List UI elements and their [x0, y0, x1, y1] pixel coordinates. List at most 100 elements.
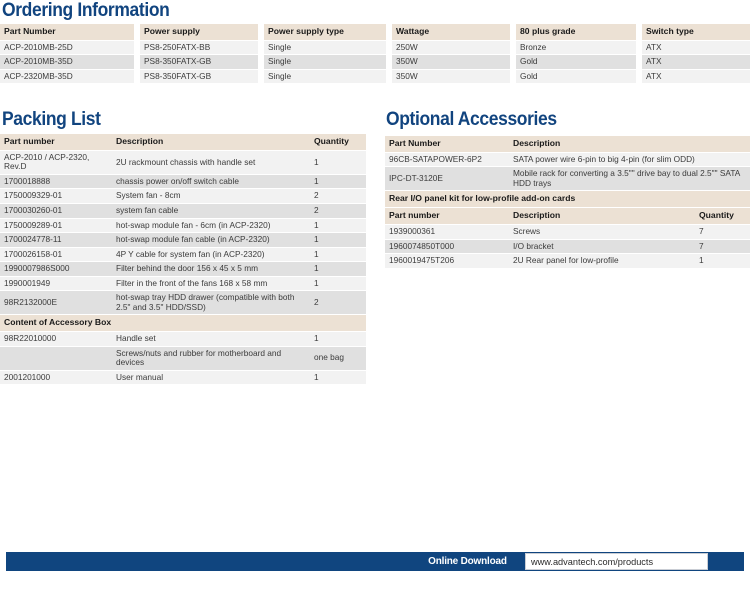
footer-online-download-label: Online Download	[428, 555, 507, 567]
col-header-part-number: Part Number	[0, 24, 134, 41]
cell-part-number: 1990001949	[0, 276, 112, 292]
table-row: 1990007986S000 Filter behind the door 15…	[0, 261, 366, 277]
col-header-power-supply: Power supply	[140, 24, 258, 41]
col-header-part-number: Part number	[0, 134, 112, 151]
cell-quantity: 1	[310, 218, 366, 234]
cell-description: Filter in the front of the fans 168 x 58…	[112, 276, 310, 292]
cell-part-number: 1700030260-01	[0, 203, 112, 219]
table-row: 2001201000 User manual 1	[0, 370, 366, 386]
table-header-row: Part number Description Quantity	[0, 134, 366, 151]
cell-wattage: 350W	[392, 69, 510, 85]
cell-part-number: ACP-2320MB-35D	[0, 69, 134, 85]
table-row: Screws/nuts and rubber for motherboard a…	[0, 346, 366, 371]
cell-power-supply: PS8-350FATX-GB	[140, 69, 258, 85]
table-subheading-row: Rear I/O panel kit for low-profile add-o…	[385, 190, 750, 209]
cell-part-number: ACP-2010MB-35D	[0, 54, 134, 70]
cell-part-number: IPC-DT-3120E	[385, 166, 509, 192]
cell-part-number: 1960019475T206	[385, 253, 509, 269]
optional-accessories-table: Part Number Description 96CB-SATAPOWER-6…	[385, 136, 750, 269]
cell-power-supply: PS8-250FATX-BB	[140, 40, 258, 56]
col-header-description: Description	[509, 136, 750, 153]
cell-quantity: 1	[310, 331, 366, 347]
cell-80-plus-grade: Gold	[516, 69, 636, 85]
cell-quantity: 2	[310, 203, 366, 219]
cell-description: Filter behind the door 156 x 45 x 5 mm	[112, 261, 310, 277]
col-header-wattage: Wattage	[392, 24, 510, 41]
cell-part-number: ACP-2010 / ACP-2320, Rev.D	[0, 150, 112, 175]
cell-part-number: 98R2132000E	[0, 290, 112, 316]
footer-url-text[interactable]: www.advantech.com/products	[531, 557, 653, 567]
cell-wattage: 250W	[392, 40, 510, 56]
table-row: 98R2132000E hot-swap tray HDD drawer (co…	[0, 290, 366, 316]
cell-quantity: one bag	[310, 346, 366, 371]
cell-description: Screws/nuts and rubber for motherboard a…	[112, 346, 310, 371]
section-title-packing-list: Packing List	[2, 109, 101, 130]
cell-part-number: ACP-2010MB-25D	[0, 40, 134, 56]
table-row: ACP-2010MB-25D PS8-250FATX-BB Single 250…	[0, 40, 750, 56]
table-row: 98R22010000 Handle set 1	[0, 331, 366, 347]
table-subheading-row: Content of Accessory Box	[0, 314, 366, 333]
cell-part-number: 1700026158-01	[0, 247, 112, 263]
table-row: ACP-2010MB-35D PS8-350FATX-GB Single 350…	[0, 54, 750, 70]
cell-description: System fan - 8cm	[112, 188, 310, 204]
table-row: 96CB-SATAPOWER-6P2 SATA power wire 6-pin…	[385, 152, 750, 168]
cell-description: hot-swap module fan cable (in ACP-2320)	[112, 232, 310, 248]
col-header-switch-type: Switch type	[642, 24, 750, 41]
cell-80-plus-grade: Gold	[516, 54, 636, 70]
table-header-row: Part Number Power supply Power supply ty…	[0, 24, 750, 41]
cell-quantity: 2	[310, 188, 366, 204]
cell-description: system fan cable	[112, 203, 310, 219]
cell-part-number: 2001201000	[0, 370, 112, 386]
table-row: 1700026158-01 4P Y cable for system fan …	[0, 247, 366, 263]
cell-switch-type: ATX	[642, 69, 750, 85]
cell-part-number: 1700024778-11	[0, 232, 112, 248]
cell-part-number: 98R22010000	[0, 331, 112, 347]
cell-description: 2U Rear panel for low-profile	[509, 253, 695, 269]
cell-quantity: 2	[310, 290, 366, 316]
cell-description: chassis power on/off switch cable	[112, 174, 310, 190]
col-header-quantity: Quantity	[310, 134, 366, 151]
cell-part-number: 1939000361	[385, 224, 509, 240]
table-row: 1700030260-01 system fan cable 2	[0, 203, 366, 219]
cell-part-number: 1750009289-01	[0, 218, 112, 234]
cell-description: hot-swap module fan - 6cm (in ACP-2320)	[112, 218, 310, 234]
table-row: IPC-DT-3120E Mobile rack for converting …	[385, 166, 750, 192]
col-header-quantity: Quantity	[695, 207, 750, 226]
cell-description: 2U rackmount chassis with handle set	[112, 150, 310, 175]
cell-switch-type: ATX	[642, 54, 750, 70]
section-title-ordering: Ordering Information	[2, 0, 170, 21]
subheading-accessory-box: Content of Accessory Box	[0, 314, 366, 333]
cell-description: I/O bracket	[509, 239, 695, 255]
cell-quantity: 1	[310, 261, 366, 277]
table-row: 1939000361 Screws 7	[385, 224, 750, 240]
cell-part-number	[0, 346, 112, 371]
packing-list-table: Part number Description Quantity ACP-201…	[0, 134, 366, 386]
cell-quantity: 7	[695, 239, 750, 255]
ordering-information-table: Part Number Power supply Power supply ty…	[0, 24, 750, 85]
cell-description: 4P Y cable for system fan (in ACP-2320)	[112, 247, 310, 263]
cell-wattage: 350W	[392, 54, 510, 70]
table-row: 1700024778-11 hot-swap module fan cable …	[0, 232, 366, 248]
cell-quantity: 7	[695, 224, 750, 240]
cell-quantity: 1	[310, 247, 366, 263]
cell-description: User manual	[112, 370, 310, 386]
cell-part-number: 1990007986S000	[0, 261, 112, 277]
cell-description: Handle set	[112, 331, 310, 347]
cell-quantity: 1	[310, 150, 366, 175]
table-row: 1990001949 Filter in the front of the fa…	[0, 276, 366, 292]
cell-switch-type: ATX	[642, 40, 750, 56]
cell-quantity: 1	[695, 253, 750, 269]
cell-description: hot-swap tray HDD drawer (compatible wit…	[112, 290, 310, 316]
section-title-optional-accessories: Optional Accessories	[386, 109, 557, 130]
cell-quantity: 1	[310, 276, 366, 292]
cell-power-supply-type: Single	[264, 40, 386, 56]
col-header-description: Description	[112, 134, 310, 151]
datasheet-page: Ordering Information Part Number Power s…	[0, 0, 750, 591]
cell-power-supply: PS8-350FATX-GB	[140, 54, 258, 70]
table-row: ACP-2320MB-35D PS8-350FATX-GB Single 350…	[0, 69, 750, 85]
cell-part-number: 1960074850T000	[385, 239, 509, 255]
cell-power-supply-type: Single	[264, 69, 386, 85]
table-header-row: Part number Description Quantity	[385, 207, 750, 226]
col-header-power-supply-type: Power supply type	[264, 24, 386, 41]
table-row: ACP-2010 / ACP-2320, Rev.D 2U rackmount …	[0, 150, 366, 175]
